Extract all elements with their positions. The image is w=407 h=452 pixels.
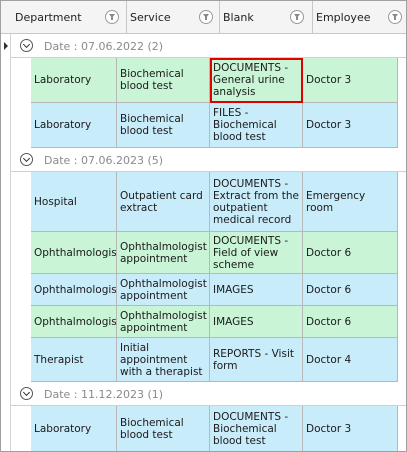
column-header-department[interactable]: Department <box>1 1 127 34</box>
table-row[interactable]: Ophthalmologist Ophthalmologist appointme… <box>11 306 406 338</box>
cell-department[interactable]: Ophthalmologist <box>31 274 117 306</box>
grid-header: Department Service Blank Employee <box>1 1 406 34</box>
group-indent <box>1 382 11 451</box>
cell-department[interactable]: Ophthalmologist <box>31 232 117 274</box>
cell-blank[interactable]: IMAGES <box>210 306 303 338</box>
cell-text: Doctor 4 <box>306 353 352 366</box>
filter-icon[interactable] <box>388 10 402 24</box>
cell-department[interactable]: Hospital <box>31 172 117 232</box>
cell-department[interactable]: Therapist <box>31 338 117 382</box>
cell-text: Laboratory <box>34 423 92 435</box>
data-grid[interactable]: Department Service Blank Employee Date :… <box>0 0 407 452</box>
cell-text: Therapist <box>34 353 84 366</box>
cell-employee[interactable]: Doctor 6 <box>303 274 398 306</box>
cell-text: Initial appointment with a therapist <box>120 341 203 378</box>
cell-text: Biochemical blood test <box>120 417 184 441</box>
cell-employee[interactable]: Doctor 3 <box>303 406 398 451</box>
filter-icon[interactable] <box>290 10 304 24</box>
cell-text: IMAGES <box>213 283 254 296</box>
group-indent <box>1 34 11 148</box>
cell-service[interactable]: Ophthalmologist appointment <box>117 306 210 338</box>
cell-text: Emergency room <box>306 189 366 214</box>
collapse-toggle-icon[interactable] <box>20 387 33 400</box>
cell-employee[interactable]: Doctor 3 <box>303 58 398 103</box>
table-row[interactable]: Laboratory Biochemical blood test FILES - … <box>11 103 406 148</box>
table-row[interactable]: Therapist Initial appointment with a ther… <box>11 338 406 382</box>
group-row[interactable]: Date : 11.12.2023 (1) <box>11 382 406 406</box>
column-header-label: Service <box>130 11 171 24</box>
cell-text: Laboratory <box>34 74 92 86</box>
group-label: Date : 07.06.2023 (5) <box>44 154 164 167</box>
cell-blank[interactable]: REPORTS - Visit form <box>210 338 303 382</box>
cell-blank[interactable]: DOCUMENTS - Extract from the outpatient … <box>210 172 303 232</box>
filter-icon[interactable] <box>199 10 213 24</box>
cell-text: Doctor 6 <box>306 246 352 259</box>
cell-employee[interactable]: Doctor 6 <box>303 306 398 338</box>
cell-department[interactable]: Laboratory <box>31 103 117 148</box>
group-label: Date : 07.06.2022 (2) <box>44 40 164 53</box>
group-row[interactable]: Date : 07.06.2023 (5) <box>11 148 406 172</box>
column-header-service[interactable]: Service <box>127 1 220 34</box>
cell-text: Ophthalmologist <box>34 246 117 259</box>
cell-text: Doctor 3 <box>306 74 352 86</box>
column-header-employee[interactable]: Employee <box>313 1 406 34</box>
table-row[interactable]: Hospital Outpatient card extract DOCUMENTS… <box>11 172 406 232</box>
cell-service[interactable]: Biochemical blood test <box>117 58 210 103</box>
cell-blank[interactable]: DOCUMENTS - General urine analysis <box>210 58 303 103</box>
cell-text: DOCUMENTS - Extract from the outpatient … <box>213 177 299 226</box>
filter-icon[interactable] <box>105 10 119 24</box>
cell-text: FILES - Biochemical blood test <box>213 107 277 143</box>
cell-employee[interactable]: Doctor 6 <box>303 232 398 274</box>
current-row-indicator-icon <box>4 42 8 50</box>
cell-text: Ophthalmologist appointment <box>120 277 207 302</box>
table-row[interactable]: Ophthalmologist Ophthalmologist appointme… <box>11 232 406 274</box>
cell-text: Doctor 3 <box>306 119 352 131</box>
cell-text: REPORTS - Visit form <box>213 347 294 372</box>
cell-text: Outpatient card extract <box>120 189 203 214</box>
cell-text: DOCUMENTS - Field of view scheme <box>213 234 289 271</box>
collapse-toggle-icon[interactable] <box>20 39 33 52</box>
cell-blank[interactable]: DOCUMENTS - Biochemical blood test <box>210 406 303 451</box>
table-row[interactable]: Ophthalmologist Ophthalmologist appointme… <box>11 274 406 306</box>
column-header-label: Department <box>15 11 82 24</box>
cell-text: Ophthalmologist <box>34 283 117 296</box>
cell-employee[interactable]: Doctor 4 <box>303 338 398 382</box>
column-header-label: Blank <box>223 11 254 24</box>
cell-text: Doctor 6 <box>306 315 352 328</box>
cell-employee[interactable]: Emergency room <box>303 172 398 232</box>
cell-department[interactable]: Laboratory <box>31 58 117 103</box>
cell-text: Ophthalmologist <box>34 315 117 328</box>
table-row[interactable]: Laboratory Biochemical blood test DOCUMENT… <box>11 406 406 451</box>
group-row[interactable]: Date : 07.06.2022 (2) <box>11 34 406 58</box>
cell-service[interactable]: Ophthalmologist appointment <box>117 274 210 306</box>
collapse-toggle-icon[interactable] <box>20 153 33 166</box>
cell-text: Doctor 3 <box>306 423 352 435</box>
cell-department[interactable]: Laboratory <box>31 406 117 451</box>
column-header-label: Employee <box>316 11 371 24</box>
cell-text: Biochemical blood test <box>120 68 184 92</box>
cell-text: Ophthalmologist appointment <box>120 240 207 265</box>
cell-service[interactable]: Initial appointment with a therapist <box>117 338 210 382</box>
cell-blank[interactable]: FILES - Biochemical blood test <box>210 103 303 148</box>
cell-text: Ophthalmologist appointment <box>120 309 207 334</box>
group-indent <box>1 148 11 382</box>
cell-text: DOCUMENTS - Biochemical blood test <box>213 411 289 447</box>
cell-text: Doctor 6 <box>306 283 352 296</box>
cell-blank[interactable]: IMAGES <box>210 274 303 306</box>
cell-service[interactable]: Ophthalmologist appointment <box>117 232 210 274</box>
cell-text: DOCUMENTS - General urine analysis <box>213 62 289 98</box>
cell-text: Hospital <box>34 195 77 208</box>
cell-text: Laboratory <box>34 119 92 131</box>
cell-service[interactable]: Outpatient card extract <box>117 172 210 232</box>
cell-text: Biochemical blood test <box>120 113 184 137</box>
cell-department[interactable]: Ophthalmologist <box>31 306 117 338</box>
group-label: Date : 11.12.2023 (1) <box>44 388 164 401</box>
column-header-blank[interactable]: Blank <box>220 1 313 34</box>
cell-service[interactable]: Biochemical blood test <box>117 406 210 451</box>
cell-blank[interactable]: DOCUMENTS - Field of view scheme <box>210 232 303 274</box>
table-row[interactable]: Laboratory Biochemical blood test DOCUMENT… <box>11 58 406 103</box>
cell-service[interactable]: Biochemical blood test <box>117 103 210 148</box>
cell-employee[interactable]: Doctor 3 <box>303 103 398 148</box>
cell-text: IMAGES <box>213 315 254 328</box>
